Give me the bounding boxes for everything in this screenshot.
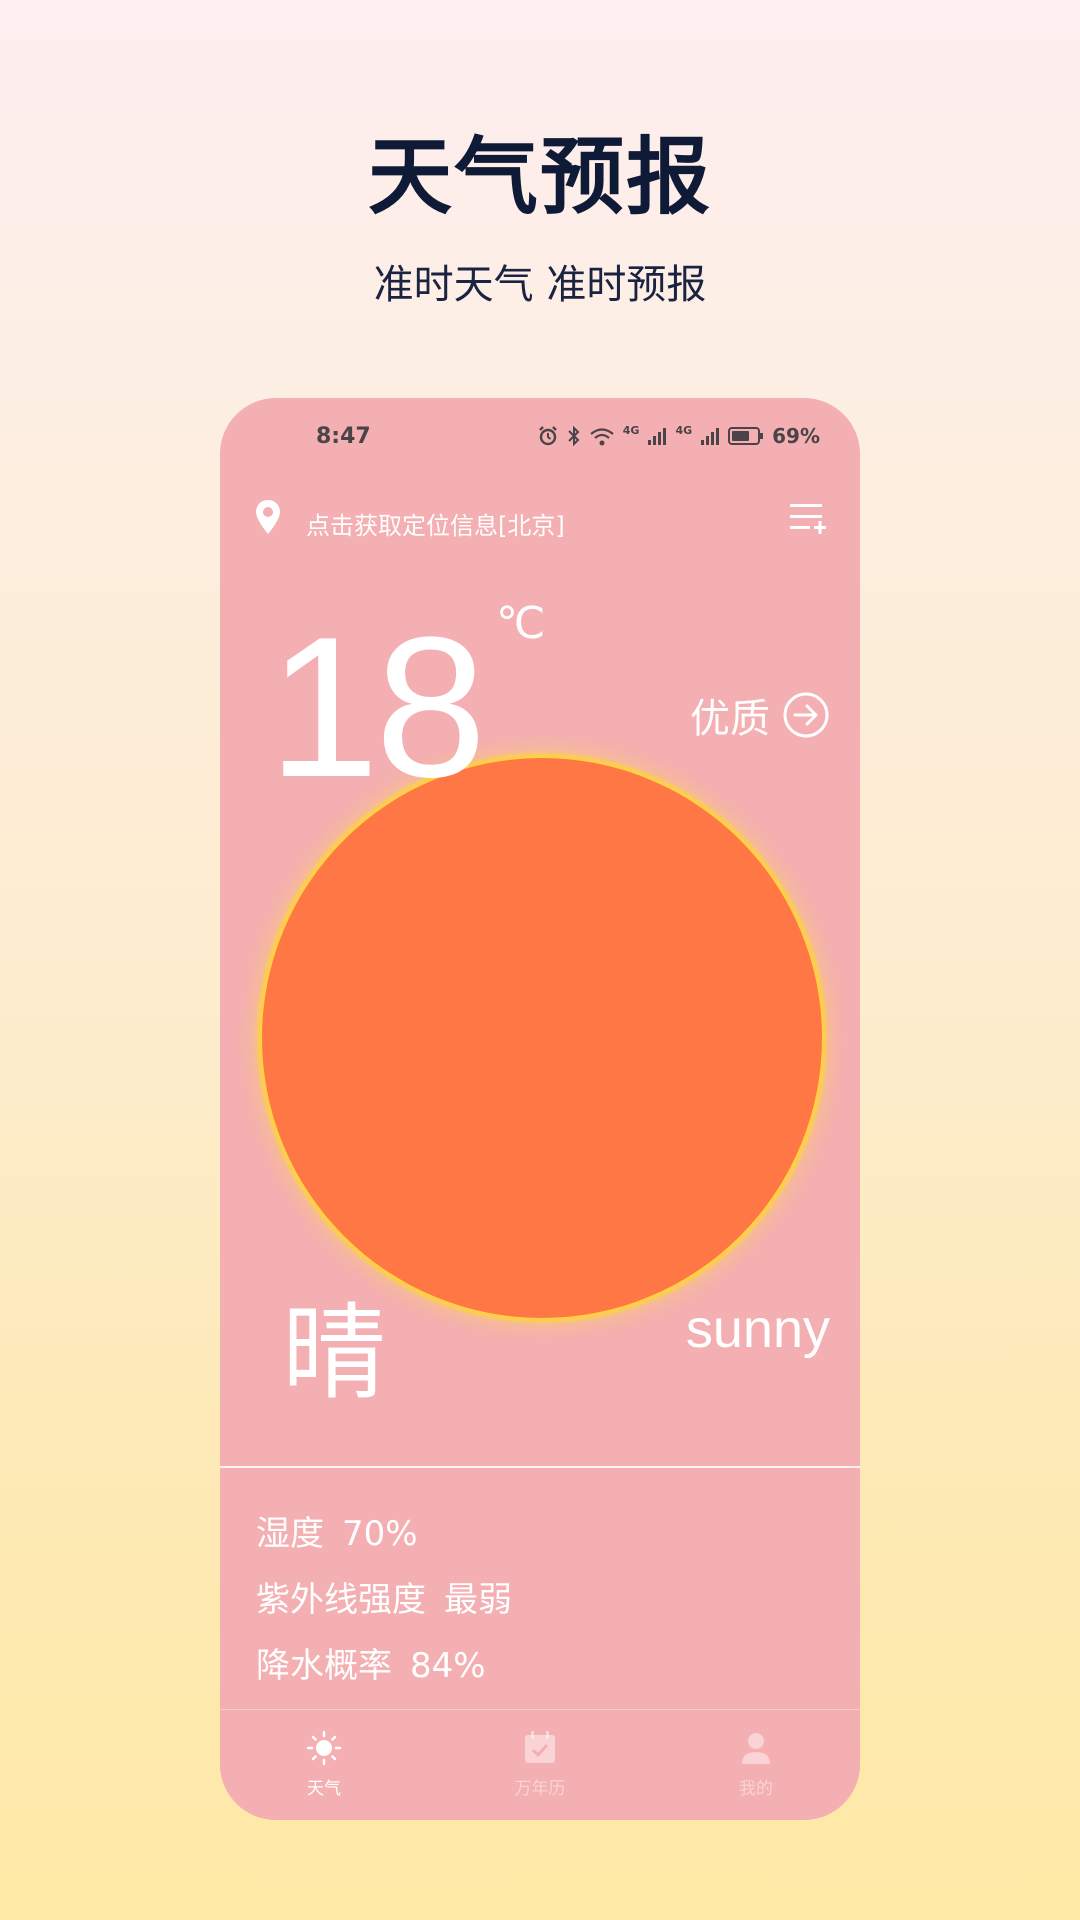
signal-icon [701, 428, 720, 445]
tab-label: 万年历 [514, 1779, 566, 1799]
arrow-right-circle-icon [783, 692, 829, 738]
status-icons: 4G 4G 69% [537, 424, 820, 448]
detail-precipitation: 降水概率 84% [256, 1638, 826, 1704]
signal-icon [648, 428, 667, 445]
location-pin-icon [256, 500, 280, 534]
detail-label: 降水概率 [256, 1646, 392, 1686]
alarm-icon [538, 426, 557, 446]
sun-graphic [262, 758, 822, 1318]
temperature-unit: ℃ [496, 598, 546, 649]
divider [220, 1466, 860, 1468]
wifi-icon [590, 428, 614, 446]
phone-frame: 8:47 4G 4G 69% 点击获取定位信息[北京] 18 ℃ 优质 晴 su… [220, 398, 860, 1820]
tab-label: 天气 [307, 1779, 341, 1799]
tab-weather[interactable]: 天气 [264, 1730, 384, 1799]
tab-calendar[interactable]: 万年历 [480, 1730, 600, 1799]
bottom-tab-bar: 天气 万年历 我的 [220, 1709, 860, 1820]
person-icon [742, 1733, 770, 1764]
weather-condition-en: sunny [685, 1299, 830, 1359]
battery-icon [728, 427, 764, 445]
status-bar: 8:47 4G 4G 69% [220, 420, 860, 460]
temperature-value: 18 [268, 596, 486, 819]
city-list-add-icon[interactable] [788, 500, 826, 540]
bluetooth-icon [568, 425, 580, 447]
detail-value: 70% [342, 1514, 418, 1554]
network-type-1: 4G [622, 424, 640, 437]
network-type-2: 4G [675, 424, 693, 437]
tab-mine[interactable]: 我的 [696, 1730, 816, 1799]
detail-humidity: 湿度 70% [256, 1506, 826, 1572]
calendar-icon [525, 1731, 555, 1763]
detail-label: 湿度 [256, 1514, 324, 1554]
tab-label: 我的 [739, 1779, 773, 1799]
detail-value: 最弱 [444, 1580, 512, 1620]
status-time: 8:47 [316, 424, 371, 449]
location-row[interactable]: 点击获取定位信息[北京] [254, 498, 826, 542]
promo-subtitle: 准时天气 准时预报 [373, 262, 707, 308]
location-text[interactable]: 点击获取定位信息[北京] [306, 506, 565, 541]
air-quality-button[interactable]: 优质 [690, 686, 830, 744]
detail-value: 84% [410, 1646, 486, 1686]
weather-details: 湿度 70% 紫外线强度 最弱 降水概率 84% [256, 1506, 826, 1704]
sun-icon [306, 1730, 342, 1766]
air-quality-label: 优质 [690, 696, 770, 742]
battery-percent: 69% [772, 424, 820, 448]
detail-uv: 紫外线强度 最弱 [256, 1572, 826, 1638]
detail-label: 紫外线强度 [256, 1580, 426, 1620]
weather-condition-cn: 晴 [282, 1292, 387, 1414]
promo-title: 天气预报 [367, 128, 712, 226]
